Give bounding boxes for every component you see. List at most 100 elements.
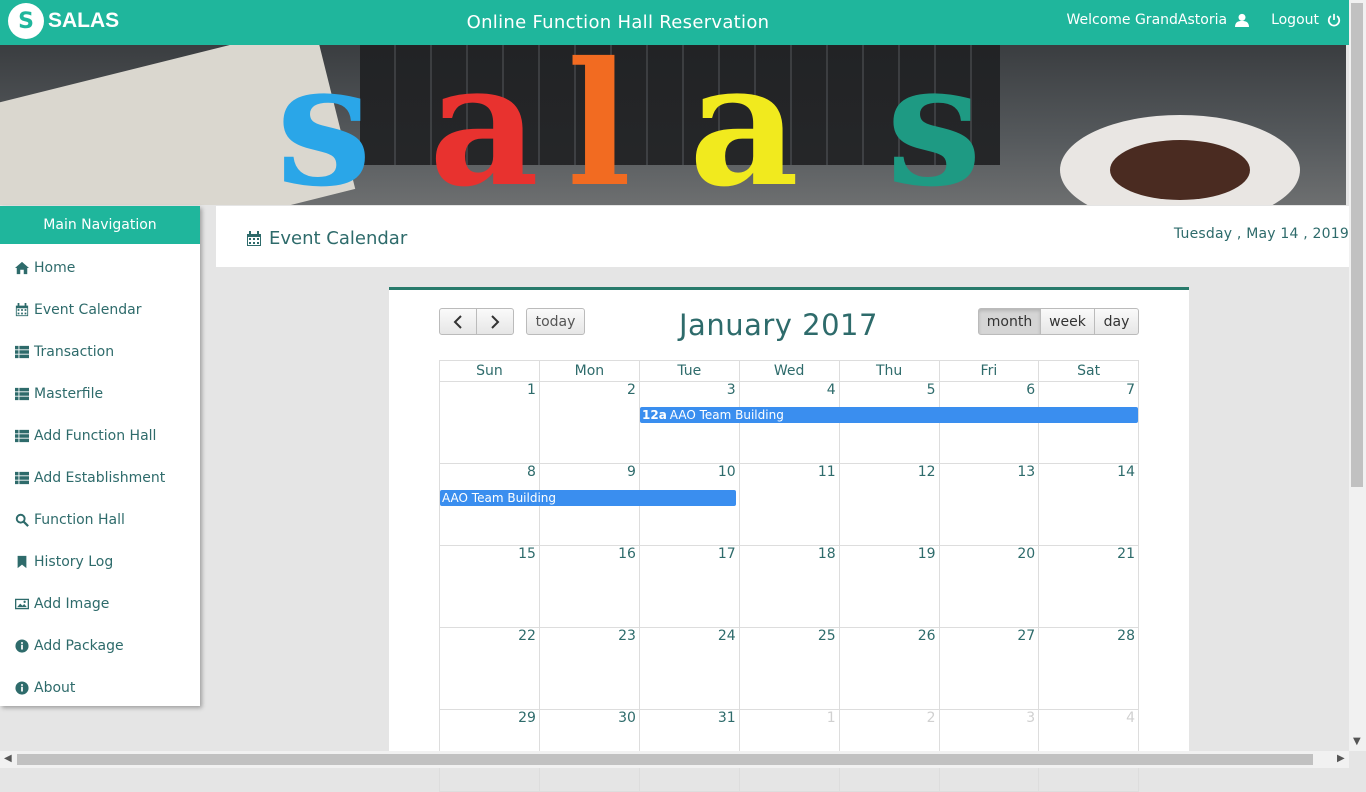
day-cell[interactable]: 26 — [838, 627, 940, 710]
scroll-right-arrow-icon[interactable]: ▶ — [1337, 753, 1345, 764]
prev-month-button[interactable] — [439, 308, 477, 335]
chevron-left-icon — [453, 314, 462, 329]
banner-letter: s — [276, 45, 372, 205]
next-month-button[interactable] — [476, 308, 514, 335]
sidebar-item-label: Home — [34, 260, 76, 276]
weekday-header: Wed — [738, 360, 840, 382]
day-cell[interactable]: 21 — [1038, 545, 1139, 628]
day-cell[interactable]: 27 — [938, 627, 1040, 710]
sidebar-item-label: Add Image — [34, 596, 110, 612]
week-row: 15 16 17 18 19 20 21 — [439, 545, 1139, 628]
list-icon — [15, 471, 29, 485]
day-cell[interactable]: 13 — [938, 463, 1040, 546]
day-cell[interactable]: 14 — [1038, 463, 1139, 546]
day-cell[interactable]: 15 — [439, 545, 540, 628]
calendar-icon — [247, 230, 261, 246]
content-header: Event Calendar Tuesday , May 14 , 2019 — [216, 206, 1349, 267]
top-bar: S SALAS Online Function Hall Reservation… — [0, 0, 1349, 45]
sidebar-item-add-establishment[interactable]: Add Establishment — [0, 457, 200, 499]
week-row: 22 23 24 25 26 27 28 — [439, 627, 1139, 710]
vertical-scrollbar[interactable]: ▼ — [1349, 0, 1366, 751]
sidebar-item-label: Add Establishment — [34, 470, 166, 486]
day-cell[interactable]: 12 — [838, 463, 940, 546]
weekday-header: Thu — [838, 360, 940, 382]
sidebar-item-transaction[interactable]: Transaction — [0, 331, 200, 373]
sidebar-item-label: Masterfile — [34, 386, 104, 402]
sidebar-item-label: Function Hall — [34, 512, 125, 528]
day-cell[interactable]: 20 — [938, 545, 1040, 628]
home-icon — [15, 261, 29, 275]
day-cell[interactable]: 17 — [638, 545, 740, 628]
day-cell[interactable]: 23 — [538, 627, 640, 710]
list-icon — [15, 387, 29, 401]
page-title: Event Calendar — [246, 228, 407, 249]
logout-link[interactable]: Logout — [1271, 12, 1319, 28]
view-week-button[interactable]: week — [1040, 308, 1095, 335]
event-title: AAO Team Building — [669, 408, 784, 422]
main-navigation: Main Navigation Home Event Calendar Tran… — [0, 206, 200, 706]
sidebar-item-label: Add Function Hall — [34, 428, 157, 444]
day-cell[interactable]: 2 — [538, 381, 640, 464]
app-title: Online Function Hall Reservation — [466, 12, 770, 33]
view-month-button[interactable]: month — [978, 308, 1041, 335]
power-icon[interactable] — [1327, 13, 1341, 27]
weekday-header: Sat — [1038, 360, 1139, 382]
sidebar-item-add-image[interactable]: Add Image — [0, 583, 200, 625]
banner-letter: a — [688, 45, 799, 205]
sidebar-item-add-function-hall[interactable]: Add Function Hall — [0, 415, 200, 457]
user-icon[interactable] — [1235, 13, 1250, 27]
horizontal-scrollbar[interactable]: ◀ ▶ — [0, 751, 1349, 768]
scroll-left-arrow-icon[interactable]: ◀ — [4, 753, 12, 764]
weekday-header: Sun — [439, 360, 540, 382]
sidebar-item-label: Transaction — [34, 344, 115, 360]
view-day-button[interactable]: day — [1094, 308, 1139, 335]
sidebar-item-masterfile[interactable]: Masterfile — [0, 373, 200, 415]
calendar-title: January 2017 — [679, 308, 878, 342]
scroll-down-arrow-icon[interactable]: ▼ — [1353, 736, 1361, 747]
info-icon — [15, 681, 29, 695]
calendar-panel: today January 2017 month week day Sun Mo… — [389, 287, 1189, 792]
current-date: Tuesday , May 14 , 2019 — [1173, 226, 1349, 242]
sidebar-item-about[interactable]: About — [0, 667, 200, 709]
day-cell[interactable]: 25 — [738, 627, 840, 710]
sidebar-item-event-calendar[interactable]: Event Calendar — [0, 289, 200, 331]
weekday-header: Mon — [538, 360, 640, 382]
today-button[interactable]: today — [526, 308, 585, 335]
event-title: AAO Team Building — [442, 491, 557, 505]
welcome-text: Welcome GrandAstoria — [1066, 12, 1228, 28]
sidebar-item-history-log[interactable]: History Log — [0, 541, 200, 583]
day-cell[interactable]: 28 — [1038, 627, 1139, 710]
day-cell[interactable]: 24 — [638, 627, 740, 710]
sidebar-title: Main Navigation — [0, 206, 200, 244]
day-cell[interactable]: 22 — [439, 627, 540, 710]
calendar-event[interactable]: AAO Team Building — [440, 490, 736, 506]
calendar-event[interactable]: 12a AAO Team Building — [640, 407, 1138, 423]
bookmark-icon — [17, 555, 27, 569]
day-cell[interactable]: 1 — [439, 381, 540, 464]
day-cell[interactable]: 18 — [738, 545, 840, 628]
list-icon — [15, 345, 29, 359]
day-cell[interactable]: 19 — [838, 545, 940, 628]
banner-letter: s — [886, 45, 982, 205]
banner-letter: l — [566, 45, 632, 205]
banner-letter: a — [428, 45, 539, 205]
sidebar-item-add-package[interactable]: Add Package — [0, 625, 200, 667]
scrollbar-thumb[interactable] — [17, 754, 1313, 765]
event-time: 12a — [642, 408, 667, 422]
banner-logo-letters: s a l a s — [232, 45, 1132, 205]
user-menu: Welcome GrandAstoria Logout — [1066, 12, 1341, 28]
chevron-right-icon — [491, 314, 500, 329]
weekday-header: Tue — [638, 360, 740, 382]
day-cell[interactable]: 16 — [538, 545, 640, 628]
sidebar-item-function-hall[interactable]: Function Hall — [0, 499, 200, 541]
scrollbar-thumb[interactable] — [1351, 3, 1363, 487]
page-title-text: Event Calendar — [269, 228, 408, 249]
list-icon — [15, 429, 29, 443]
sidebar-item-home[interactable]: Home — [0, 247, 200, 289]
banner-image: s a l a s — [0, 45, 1346, 205]
info-icon — [15, 639, 29, 653]
sidebar-item-label: About — [34, 680, 76, 696]
weekday-header: Fri — [938, 360, 1040, 382]
day-cell[interactable]: 11 — [738, 463, 840, 546]
sidebar-item-label: Add Package — [34, 638, 124, 654]
